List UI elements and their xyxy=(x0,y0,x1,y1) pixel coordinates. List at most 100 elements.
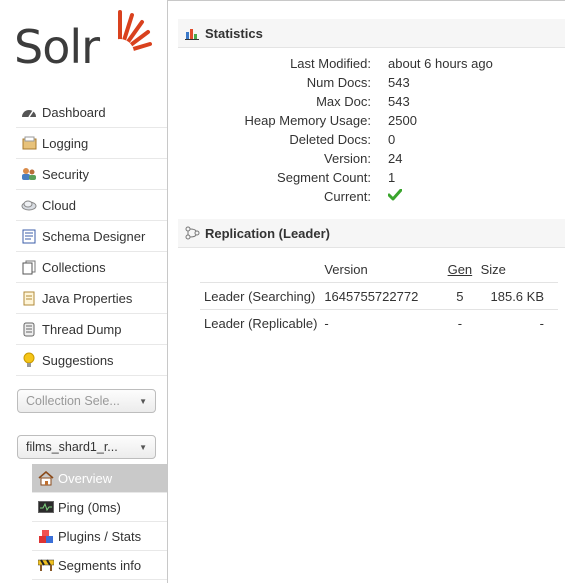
core-menu-label: Plugins / Stats xyxy=(58,528,142,544)
stat-label: Max Doc: xyxy=(316,94,371,109)
column-header-version: Version xyxy=(324,261,368,277)
stat-value: 543 xyxy=(388,94,410,109)
stat-label: Segment Count: xyxy=(277,170,371,185)
nav-label: Schema Designer xyxy=(42,228,146,244)
ping-icon xyxy=(38,499,54,515)
segments-icon xyxy=(38,557,54,573)
statistics-title: Statistics xyxy=(205,25,263,41)
column-header-size: Size xyxy=(480,261,506,277)
nav-item-schema-designer[interactable]: Schema Designer xyxy=(16,221,167,252)
schema-designer-icon xyxy=(21,228,37,244)
row-version: - xyxy=(324,309,440,336)
column-header-gen: Gen xyxy=(439,256,480,283)
replication-title: Replication (Leader) xyxy=(205,225,330,241)
column-header xyxy=(200,256,324,283)
stat-current: Current: xyxy=(178,187,558,206)
java-properties-icon xyxy=(21,290,37,306)
solr-sun-icon xyxy=(106,10,152,64)
replication-icon xyxy=(184,225,200,241)
stat-value: 0 xyxy=(388,132,396,147)
nav-item-dashboard[interactable]: Dashboard xyxy=(16,97,167,128)
security-icon xyxy=(21,166,37,182)
nav-item-collections[interactable]: Collections xyxy=(16,252,167,283)
nav-item-thread-dump[interactable]: Thread Dump xyxy=(16,314,167,345)
main-content: Statistics Last Modified: about 6 hours … xyxy=(167,0,565,583)
core-menu-overview[interactable]: Overview xyxy=(32,464,167,493)
collections-icon xyxy=(21,259,37,275)
stat-num-docs: Num Docs: 543 xyxy=(178,73,558,92)
logging-icon xyxy=(21,135,37,151)
statistics-list: Last Modified: about 6 hours ago Num Doc… xyxy=(178,54,558,206)
row-gen: 5 xyxy=(439,282,481,310)
dashboard-icon xyxy=(21,104,37,120)
core-selector[interactable]: films_shard1_r... ▼ xyxy=(17,435,156,459)
stat-version: Version: 24 xyxy=(178,149,558,168)
plugins-icon xyxy=(38,528,54,544)
stat-value: 1 xyxy=(388,170,396,185)
nav-label: Thread Dump xyxy=(42,321,122,337)
stat-value: 24 xyxy=(388,151,403,166)
nav-label: Dashboard xyxy=(42,104,106,120)
row-size: 185.6 KB xyxy=(480,282,558,310)
row-name: Leader (Replicable) xyxy=(200,309,325,336)
stat-value: 2500 xyxy=(388,113,417,128)
main-nav: Dashboard Logging Security Cloud Schema … xyxy=(16,97,167,376)
core-menu-label: Ping (0ms) xyxy=(58,499,121,515)
nav-label: Security xyxy=(42,166,89,182)
bar-chart-icon xyxy=(184,25,200,41)
collection-selector-value: Collection Sele... xyxy=(26,394,120,408)
solr-logo[interactable]: Solr xyxy=(14,6,154,78)
chevron-down-icon: ▼ xyxy=(139,396,147,406)
stat-label: Num Docs: xyxy=(306,75,371,90)
core-menu-ping[interactable]: Ping (0ms) xyxy=(32,493,167,522)
stat-deleted-docs: Deleted Docs: 0 xyxy=(178,130,558,149)
stat-heap-memory: Heap Memory Usage: 2500 xyxy=(178,111,558,130)
row-name: Leader (Searching) xyxy=(200,282,325,310)
statistics-header: Statistics xyxy=(178,19,565,48)
stat-label: Last Modified: xyxy=(290,56,371,71)
stat-label: Deleted Docs: xyxy=(289,132,371,147)
collection-selector[interactable]: Collection Sele... ▼ xyxy=(17,389,156,413)
checkmark-icon xyxy=(387,188,403,204)
core-menu-plugins-stats[interactable]: Plugins / Stats xyxy=(32,522,167,551)
nav-item-security[interactable]: Security xyxy=(16,159,167,190)
stat-last-modified: Last Modified: about 6 hours ago xyxy=(178,54,558,73)
stat-max-doc: Max Doc: 543 xyxy=(178,92,558,111)
stat-label: Heap Memory Usage: xyxy=(244,113,371,128)
stat-label: Current: xyxy=(324,189,371,204)
core-menu-label: Segments info xyxy=(58,557,142,573)
replication-table: Version Gen Size Leader (Searching) 1645… xyxy=(200,256,558,336)
stat-label: Version: xyxy=(324,151,371,166)
core-menu-label: Overview xyxy=(58,470,113,486)
table-row: Leader (Searching) 1645755722772 5 185.6… xyxy=(200,282,558,310)
table-header-row: Version Gen Size xyxy=(200,256,558,283)
core-menu: Overview Ping (0ms) Plugins / Stats Segm… xyxy=(32,464,167,580)
nav-label: Collections xyxy=(42,259,106,275)
gen-label: Gen xyxy=(447,261,473,277)
row-gen: - xyxy=(439,309,481,336)
sidebar: Solr Dashboard Logging Security Cloud Sc… xyxy=(0,0,167,583)
chevron-down-icon: ▼ xyxy=(139,442,147,452)
table-row: Leader (Replicable) - - - xyxy=(200,309,558,336)
nav-label: Cloud xyxy=(42,197,76,213)
nav-item-suggestions[interactable]: Suggestions xyxy=(16,345,167,376)
home-icon xyxy=(38,470,54,486)
core-selector-value: films_shard1_r... xyxy=(26,440,118,454)
nav-item-logging[interactable]: Logging xyxy=(16,128,167,159)
stat-segment-count: Segment Count: 1 xyxy=(178,168,558,187)
thread-dump-icon xyxy=(21,321,37,337)
nav-label: Suggestions xyxy=(42,352,114,368)
nav-item-cloud[interactable]: Cloud xyxy=(16,190,167,221)
nav-label: Logging xyxy=(42,135,89,151)
cloud-icon xyxy=(21,197,37,213)
suggestions-icon xyxy=(21,352,37,368)
replication-header: Replication (Leader) xyxy=(178,219,565,248)
nav-label: Java Properties xyxy=(42,290,133,306)
stat-value: about 6 hours ago xyxy=(388,56,493,71)
row-version: 1645755722772 xyxy=(324,282,440,310)
core-menu-segments-info[interactable]: Segments info xyxy=(32,551,167,580)
stat-value: 543 xyxy=(388,75,410,90)
row-size: - xyxy=(480,309,558,336)
nav-item-java-properties[interactable]: Java Properties xyxy=(16,283,167,314)
logo-text: Solr xyxy=(14,20,100,74)
